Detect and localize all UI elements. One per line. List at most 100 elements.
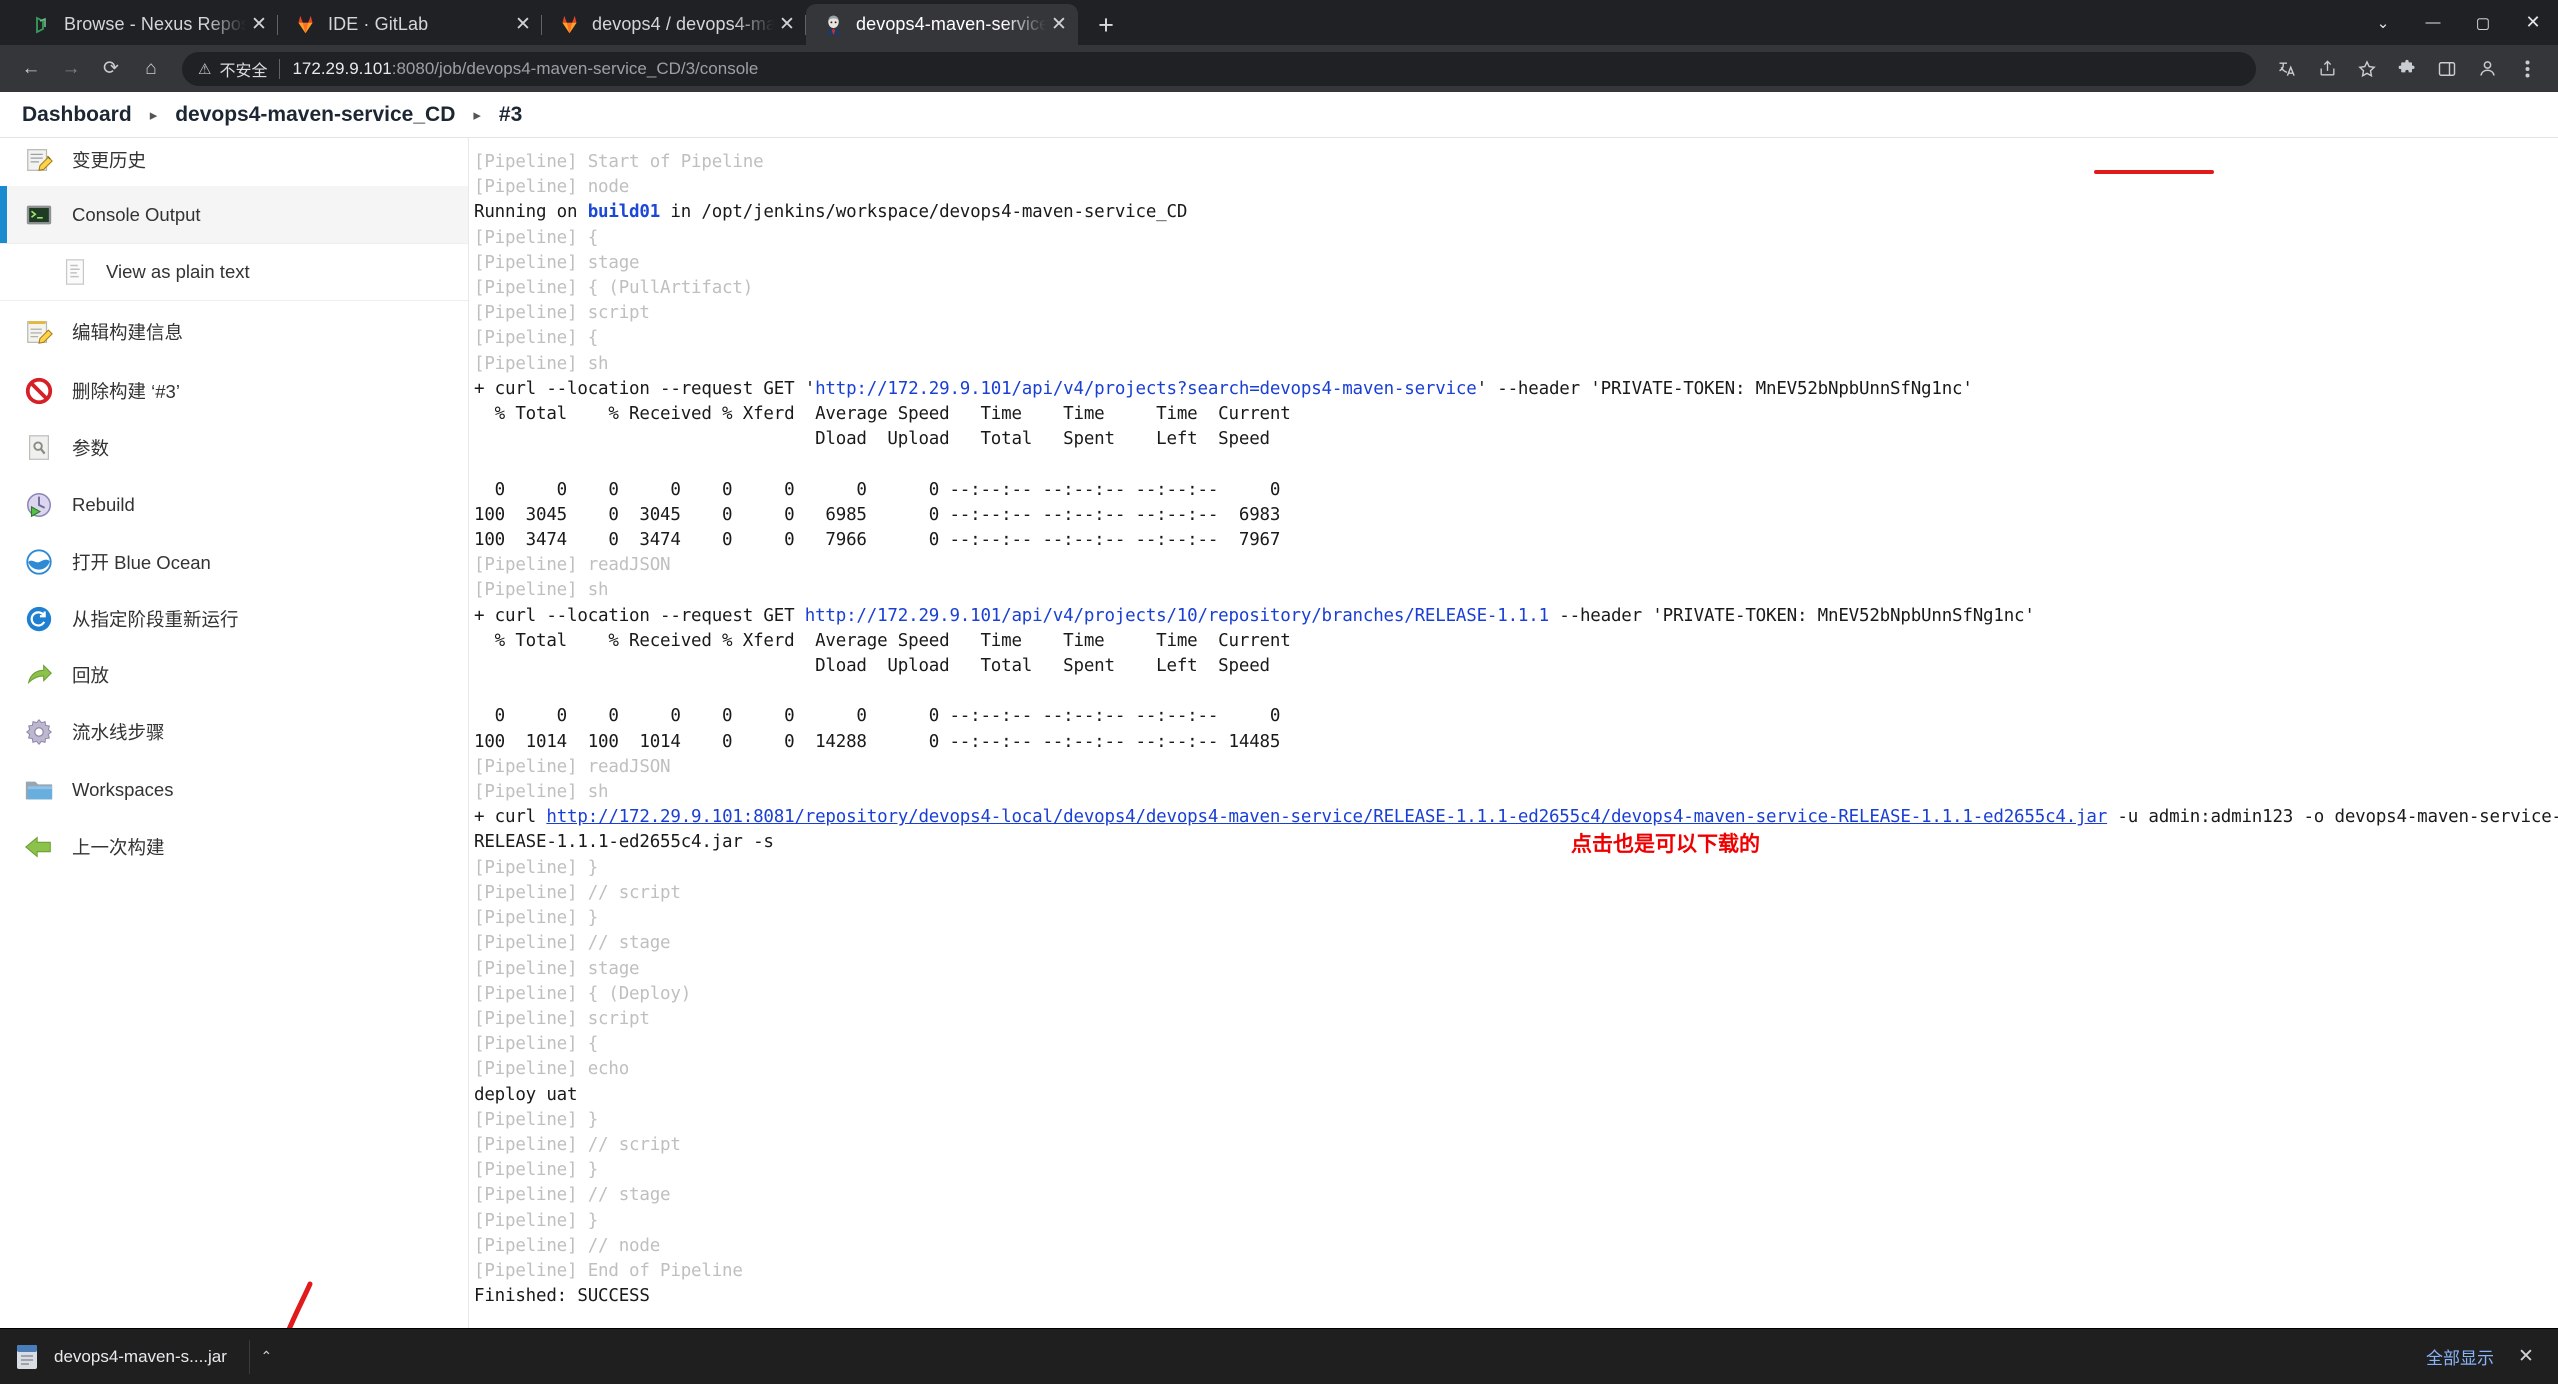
sidebar-item-previous-build[interactable]: 上一次构建	[0, 819, 468, 875]
sidebar-item-workspaces[interactable]: Workspaces	[0, 761, 468, 819]
jenkins-icon	[822, 14, 844, 36]
home-button[interactable]: ⌂	[132, 50, 170, 88]
chevron-up-icon[interactable]: ⌃	[248, 1339, 283, 1374]
chevron-right-icon: ▸	[473, 106, 481, 124]
document-icon	[60, 257, 90, 287]
folder-icon	[22, 773, 56, 807]
new-tab-button[interactable]: +	[1084, 5, 1128, 45]
console-line: [Pipeline] End of Pipeline	[474, 1260, 743, 1281]
terminal-icon	[22, 198, 56, 232]
sidebar-item-pipeline-steps[interactable]: 流水线步骤	[0, 703, 468, 761]
console-line: % Total % Received % Xferd Average Speed…	[474, 630, 1291, 651]
tab-title: devops4-maven-service_CD #3	[856, 14, 1046, 34]
sidebar-item-parameters[interactable]: 参数	[0, 419, 468, 477]
console-line: [Pipeline] readJSON	[474, 555, 671, 576]
console-line: [Pipeline] // stage	[474, 933, 671, 954]
console-link[interactable]: http://172.29.9.101:8081/repository/devo…	[546, 807, 2107, 827]
sidebar-item-restart-from-stage[interactable]: 从指定阶段重新运行	[0, 591, 468, 647]
url-text: 172.29.9.101:8080/job/devops4-maven-serv…	[292, 59, 758, 79]
puzzle-icon[interactable]	[2388, 50, 2426, 88]
console-text: in /opt/jenkins/workspace/devops4-maven-…	[660, 202, 1188, 223]
breadcrumb-dashboard[interactable]: Dashboard	[18, 103, 136, 127]
maximize-button[interactable]: ▢	[2458, 0, 2508, 45]
window-controls: ⌄ — ▢ ✕	[2358, 0, 2558, 45]
console-line: [Pipeline] }	[474, 1210, 599, 1231]
console-line: [Pipeline] { (Deploy)	[474, 983, 692, 1004]
translate-icon[interactable]	[2268, 50, 2306, 88]
blue-ocean-icon	[22, 545, 56, 579]
delete-icon	[22, 374, 56, 408]
sidebar-item-edit-build-info[interactable]: 编辑构建信息	[0, 301, 468, 363]
forward-button[interactable]: →	[52, 50, 90, 88]
close-shelf-icon[interactable]: ✕	[2512, 1345, 2540, 1368]
security-status-label: 不安全	[219, 62, 268, 80]
console-line: [Pipeline] }	[474, 1160, 599, 1181]
kebab-menu-icon[interactable]	[2508, 50, 2546, 88]
gitlab-icon	[558, 14, 580, 36]
sidebar-item-delete-build[interactable]: 删除构建 ‘#3’	[0, 363, 468, 419]
sidebar-item-replay[interactable]: 回放	[0, 647, 468, 703]
console-line: [Pipeline] // script	[474, 1134, 681, 1155]
show-all-downloads-link[interactable]: 全部显示	[2426, 1344, 2494, 1369]
restart-stage-icon	[22, 602, 56, 636]
breadcrumb: Dashboard ▸ devops4-maven-service_CD ▸ #…	[0, 92, 2558, 138]
sidebar-item-changes[interactable]: 变更历史	[0, 134, 468, 186]
star-icon[interactable]	[2348, 50, 2386, 88]
console-line: [Pipeline] Start of Pipeline	[474, 152, 764, 172]
minimize-button[interactable]: —	[2408, 0, 2458, 45]
close-icon[interactable]: ✕	[774, 12, 800, 38]
console-link[interactable]: http://172.29.9.101/api/v4/projects/10/r…	[805, 606, 1549, 626]
browser-tab-nexus[interactable]: Browse - Nexus Repository Ma ✕	[14, 4, 278, 45]
back-button[interactable]: ←	[12, 50, 50, 88]
url-path: :8080/job/devops4-maven-service_CD/3/con…	[391, 58, 759, 78]
reload-button[interactable]: ⟳	[92, 50, 130, 88]
changes-icon	[22, 143, 56, 177]
browser-tab-jenkins-build[interactable]: devops4-maven-service_CD #3 ✕	[806, 4, 1078, 45]
console-line: [Pipeline] // stage	[474, 1185, 671, 1206]
annotation-note: 点击也是可以下载的	[1571, 832, 1760, 856]
browser-tab-gitlab-ide[interactable]: IDE · GitLab ✕	[278, 4, 542, 45]
divider	[279, 58, 281, 79]
console-line: [Pipeline] node	[474, 177, 630, 198]
sidebar-item-rebuild[interactable]: Rebuild	[0, 477, 468, 533]
tab-title: IDE · GitLab	[328, 14, 429, 34]
replay-icon	[22, 658, 56, 692]
console-line: 100 1014 100 1014 0 0 14288 0 --:--:-- -…	[474, 731, 1281, 752]
tab-title: Browse - Nexus Repository Ma	[64, 14, 246, 34]
parameters-icon	[22, 431, 56, 465]
console-line: 100 3474 0 3474 0 0 7966 0 --:--:-- --:-…	[474, 530, 1281, 551]
tab-search-icon[interactable]: ⌄	[2358, 0, 2408, 45]
toolbar-right-actions	[2268, 50, 2546, 88]
console-output-panel: [Pipeline] Start of Pipeline [Pipeline] …	[468, 138, 2558, 1328]
chevron-right-icon: ▸	[149, 106, 158, 124]
console-line: [Pipeline] {	[474, 328, 599, 349]
close-icon[interactable]: ✕	[246, 12, 272, 38]
sidebar-item-open-blue-ocean[interactable]: 打开 Blue Ocean	[0, 533, 468, 591]
sidebar-item-label: 打开 Blue Ocean	[72, 552, 211, 573]
previous-build-icon	[22, 830, 56, 864]
console-line: 0 0 0 0 0 0 0 0 --:--:-- --:--:-- --:--:…	[474, 479, 1281, 500]
page-body: 变更历史 Console Output View as plain text 编…	[0, 138, 2558, 1328]
address-bar[interactable]: ⚠ 不安全 172.29.9.101:8080/job/devops4-mave…	[182, 51, 2256, 86]
edit-icon	[22, 315, 56, 349]
close-icon[interactable]: ✕	[510, 12, 536, 38]
breadcrumb-build[interactable]: #3	[495, 103, 526, 127]
download-item[interactable]: devops4-maven-s....jar ⌃	[14, 1329, 293, 1384]
sidebar-item-label: 流水线步骤	[72, 722, 165, 743]
side-panel-icon[interactable]	[2428, 50, 2466, 88]
console-line: [Pipeline] }	[474, 857, 599, 878]
sidebar-item-view-as-plain-text[interactable]: View as plain text	[0, 243, 468, 301]
close-icon[interactable]: ✕	[1046, 12, 1072, 38]
browser-tab-gitlab-project[interactable]: devops4 / devops4-maven-ser ✕	[542, 4, 806, 45]
close-window-button[interactable]: ✕	[2508, 0, 2558, 45]
profile-icon[interactable]	[2468, 50, 2506, 88]
sidebar-item-label: 回放	[72, 665, 110, 686]
download-shelf: devops4-maven-s....jar ⌃ 全部显示 ✕	[0, 1328, 2558, 1384]
browser-window: Browse - Nexus Repository Ma ✕ IDE · Git…	[0, 0, 2558, 1384]
console-link[interactable]: http://172.29.9.101/api/v4/projects?sear…	[815, 379, 1477, 399]
download-file-name: devops4-maven-s....jar	[54, 1346, 227, 1366]
breadcrumb-job[interactable]: devops4-maven-service_CD	[171, 103, 459, 127]
share-icon[interactable]	[2308, 50, 2346, 88]
sidebar-item-console-output[interactable]: Console Output	[0, 186, 468, 243]
console-line: deploy uat	[474, 1084, 578, 1105]
